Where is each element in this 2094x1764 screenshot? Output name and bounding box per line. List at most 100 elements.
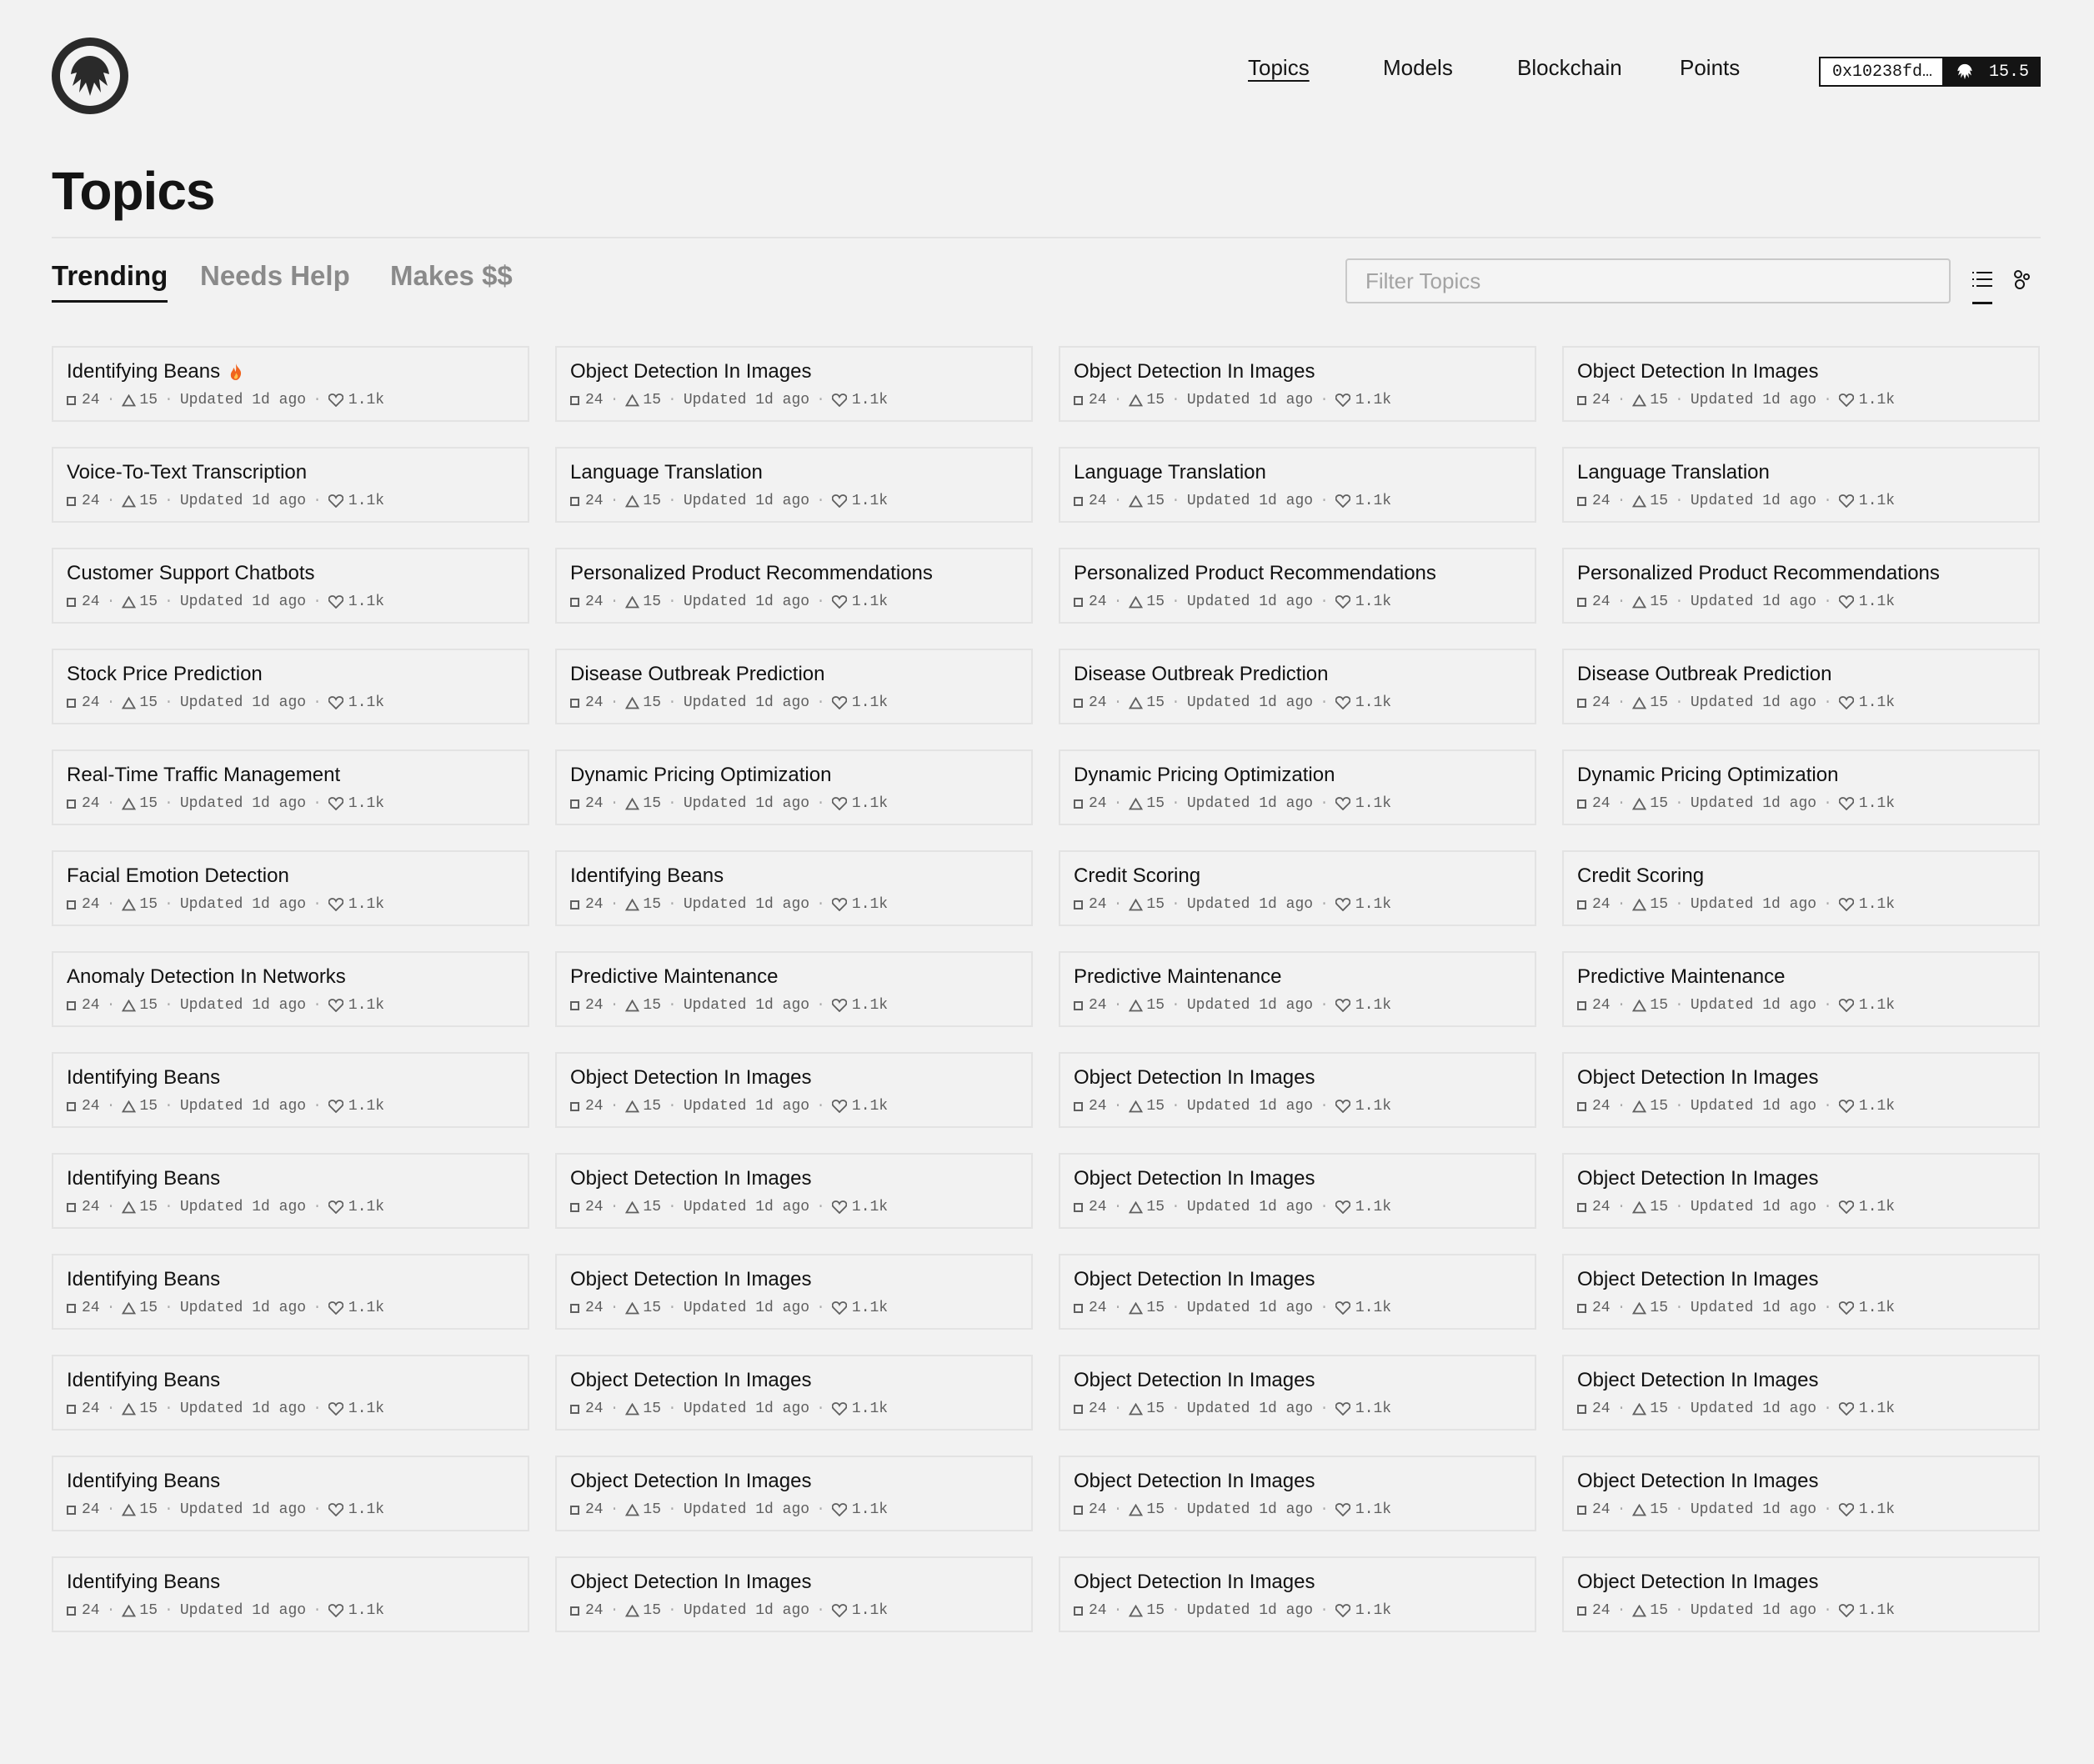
topic-card[interactable]: Identifying Beans 24 · 15 · Updated 1d ago · 1.… bbox=[52, 1556, 529, 1632]
likes-count[interactable]: 1.1k bbox=[831, 795, 888, 812]
nav-models[interactable]: Models bbox=[1383, 55, 1453, 81]
topic-card[interactable]: Stock Price Prediction 24 · 15 · Updated 1d a… bbox=[52, 649, 529, 724]
topic-card[interactable]: Customer Support Chatbots 24 · 15 · Updated 1… bbox=[52, 548, 529, 624]
likes-count[interactable]: 1.1k bbox=[831, 1199, 888, 1215]
likes-count[interactable]: 1.1k bbox=[1335, 392, 1391, 408]
topic-card[interactable]: Object Detection In Images 24 · 15 · Updated … bbox=[1059, 1355, 1536, 1431]
topic-card[interactable]: Object Detection In Images 24 · 15 · Updated … bbox=[1562, 346, 2040, 422]
topic-card[interactable]: Object Detection In Images 24 · 15 · Updated … bbox=[555, 1456, 1033, 1531]
topic-card[interactable]: Object Detection In Images 24 · 15 · Updated … bbox=[555, 1556, 1033, 1632]
topic-card[interactable]: Predictive Maintenance 24 · 15 · Updated 1d a… bbox=[555, 951, 1033, 1027]
bubble-view-button[interactable] bbox=[2008, 265, 2036, 293]
likes-count[interactable]: 1.1k bbox=[328, 1401, 384, 1417]
tab-needs-help[interactable]: Needs Help bbox=[200, 260, 350, 300]
topic-card[interactable]: Dynamic Pricing Optimization 24 · 15 · Update… bbox=[1059, 749, 1536, 825]
topic-card[interactable]: Object Detection In Images 24 · 15 · Updated … bbox=[1059, 1456, 1536, 1531]
likes-count[interactable]: 1.1k bbox=[831, 392, 888, 408]
likes-count[interactable]: 1.1k bbox=[1335, 1501, 1391, 1518]
nav-points[interactable]: Points bbox=[1680, 55, 1740, 81]
topic-card[interactable]: Dynamic Pricing Optimization 24 · 15 · Update… bbox=[1562, 749, 2040, 825]
likes-count[interactable]: 1.1k bbox=[1838, 896, 1895, 913]
likes-count[interactable]: 1.1k bbox=[328, 493, 384, 509]
likes-count[interactable]: 1.1k bbox=[1335, 1300, 1391, 1316]
likes-count[interactable]: 1.1k bbox=[1335, 795, 1391, 812]
likes-count[interactable]: 1.1k bbox=[1838, 1401, 1895, 1417]
likes-count[interactable]: 1.1k bbox=[1335, 694, 1391, 711]
topic-card[interactable]: Object Detection In Images 24 · 15 · Updated … bbox=[1059, 346, 1536, 422]
topic-card[interactable]: Object Detection In Images 24 · 15 · Updated … bbox=[1059, 1556, 1536, 1632]
topic-card[interactable]: Object Detection In Images 24 · 15 · Updated … bbox=[555, 346, 1033, 422]
likes-count[interactable]: 1.1k bbox=[1335, 1098, 1391, 1115]
likes-count[interactable]: 1.1k bbox=[328, 392, 384, 408]
topic-card[interactable]: Identifying Beans 24 · 15 · Updated 1d ago · 1.… bbox=[52, 1254, 529, 1330]
likes-count[interactable]: 1.1k bbox=[328, 896, 384, 913]
likes-count[interactable]: 1.1k bbox=[1335, 1199, 1391, 1215]
topic-card[interactable]: Voice-To-Text Transcription 24 · 15 · Updated… bbox=[52, 447, 529, 523]
likes-count[interactable]: 1.1k bbox=[328, 694, 384, 711]
topic-card[interactable]: Object Detection In Images 24 · 15 · Updated … bbox=[1562, 1254, 2040, 1330]
topic-card[interactable]: Object Detection In Images 24 · 15 · Updated … bbox=[555, 1153, 1033, 1229]
topic-card[interactable]: Identifying Beans 24 · 15 · Updated 1d ago · 1.… bbox=[555, 850, 1033, 926]
topic-card[interactable]: Object Detection In Images 24 · 15 · Updated … bbox=[1562, 1052, 2040, 1128]
topic-card[interactable]: Object Detection In Images 24 · 15 · Updated … bbox=[555, 1052, 1033, 1128]
topic-card[interactable]: Object Detection In Images 24 · 15 · Updated … bbox=[1059, 1052, 1536, 1128]
likes-count[interactable]: 1.1k bbox=[1335, 1602, 1391, 1619]
likes-count[interactable]: 1.1k bbox=[831, 1501, 888, 1518]
likes-count[interactable]: 1.1k bbox=[1838, 997, 1895, 1014]
topic-card[interactable]: Disease Outbreak Prediction 24 · 15 · Updated… bbox=[1562, 649, 2040, 724]
topic-card[interactable]: Personalized Product Recommendations 24 · 1… bbox=[1562, 548, 2040, 624]
nav-topics[interactable]: Topics bbox=[1248, 55, 1310, 81]
likes-count[interactable]: 1.1k bbox=[1838, 392, 1895, 408]
likes-count[interactable]: 1.1k bbox=[831, 694, 888, 711]
tab-trending[interactable]: Trending bbox=[52, 260, 168, 303]
likes-count[interactable]: 1.1k bbox=[831, 896, 888, 913]
topic-card[interactable]: Object Detection In Images 24 · 15 · Updated … bbox=[1562, 1153, 2040, 1229]
likes-count[interactable]: 1.1k bbox=[1838, 1098, 1895, 1115]
likes-count[interactable]: 1.1k bbox=[831, 493, 888, 509]
topic-card[interactable]: Object Detection In Images 24 · 15 · Updated … bbox=[1562, 1556, 2040, 1632]
topic-card[interactable]: Object Detection In Images 24 · 15 · Updated … bbox=[555, 1355, 1033, 1431]
topic-card[interactable]: Identifying Beans 24 · 15 · Updated 1d ago · 1.… bbox=[52, 1355, 529, 1431]
topic-card[interactable]: Credit Scoring 24 · 15 · Updated 1d ago · 1.1k bbox=[1059, 850, 1536, 926]
likes-count[interactable]: 1.1k bbox=[328, 1098, 384, 1115]
topic-card[interactable]: Credit Scoring 24 · 15 · Updated 1d ago · 1.1k bbox=[1562, 850, 2040, 926]
likes-count[interactable]: 1.1k bbox=[1335, 1401, 1391, 1417]
topic-card[interactable]: Identifying Beans 24 · 15 · Updated 1d ago · 1.… bbox=[52, 1153, 529, 1229]
likes-count[interactable]: 1.1k bbox=[1838, 1501, 1895, 1518]
topic-card[interactable]: Object Detection In Images 24 · 15 · Updated … bbox=[1059, 1153, 1536, 1229]
likes-count[interactable]: 1.1k bbox=[1335, 493, 1391, 509]
wallet-button[interactable]: 0x10238fd… 15.5 bbox=[1819, 57, 2041, 87]
likes-count[interactable]: 1.1k bbox=[1838, 493, 1895, 509]
topic-card[interactable]: Predictive Maintenance 24 · 15 · Updated 1d a… bbox=[1059, 951, 1536, 1027]
topic-card[interactable]: Disease Outbreak Prediction 24 · 15 · Updated… bbox=[1059, 649, 1536, 724]
topic-card[interactable]: Identifying Beans 24 · 15 · Updated 1d ago · 1.… bbox=[52, 346, 529, 422]
likes-count[interactable]: 1.1k bbox=[1838, 795, 1895, 812]
likes-count[interactable]: 1.1k bbox=[831, 1098, 888, 1115]
topic-card[interactable]: Real-Time Traffic Management 24 · 15 · Update… bbox=[52, 749, 529, 825]
likes-count[interactable]: 1.1k bbox=[1335, 896, 1391, 913]
likes-count[interactable]: 1.1k bbox=[831, 1401, 888, 1417]
likes-count[interactable]: 1.1k bbox=[1838, 1602, 1895, 1619]
likes-count[interactable]: 1.1k bbox=[831, 997, 888, 1014]
topic-card[interactable]: Language Translation 24 · 15 · Updated 1d ago… bbox=[1059, 447, 1536, 523]
likes-count[interactable]: 1.1k bbox=[831, 1300, 888, 1316]
topic-card[interactable]: Language Translation 24 · 15 · Updated 1d ago… bbox=[555, 447, 1033, 523]
topic-card[interactable]: Object Detection In Images 24 · 15 · Updated … bbox=[1059, 1254, 1536, 1330]
likes-count[interactable]: 1.1k bbox=[1838, 594, 1895, 610]
tab-makes-money[interactable]: Makes $$ bbox=[390, 260, 513, 300]
topic-card[interactable]: Personalized Product Recommendations 24 · 1… bbox=[1059, 548, 1536, 624]
topic-card[interactable]: Predictive Maintenance 24 · 15 · Updated 1d a… bbox=[1562, 951, 2040, 1027]
nav-blockchain[interactable]: Blockchain bbox=[1517, 55, 1622, 81]
likes-count[interactable]: 1.1k bbox=[831, 1602, 888, 1619]
topic-card[interactable]: Disease Outbreak Prediction 24 · 15 · Updated… bbox=[555, 649, 1033, 724]
topic-card[interactable]: Object Detection In Images 24 · 15 · Updated … bbox=[1562, 1456, 2040, 1531]
topic-card[interactable]: Object Detection In Images 24 · 15 · Updated … bbox=[1562, 1355, 2040, 1431]
topic-card[interactable]: Facial Emotion Detection 24 · 15 · Updated 1d… bbox=[52, 850, 529, 926]
likes-count[interactable]: 1.1k bbox=[1838, 694, 1895, 711]
likes-count[interactable]: 1.1k bbox=[1335, 594, 1391, 610]
filter-topics-input[interactable] bbox=[1345, 258, 1951, 303]
likes-count[interactable]: 1.1k bbox=[328, 1300, 384, 1316]
topic-card[interactable]: Language Translation 24 · 15 · Updated 1d ago… bbox=[1562, 447, 2040, 523]
topic-card[interactable]: Identifying Beans 24 · 15 · Updated 1d ago · 1.… bbox=[52, 1456, 529, 1531]
likes-count[interactable]: 1.1k bbox=[831, 594, 888, 610]
